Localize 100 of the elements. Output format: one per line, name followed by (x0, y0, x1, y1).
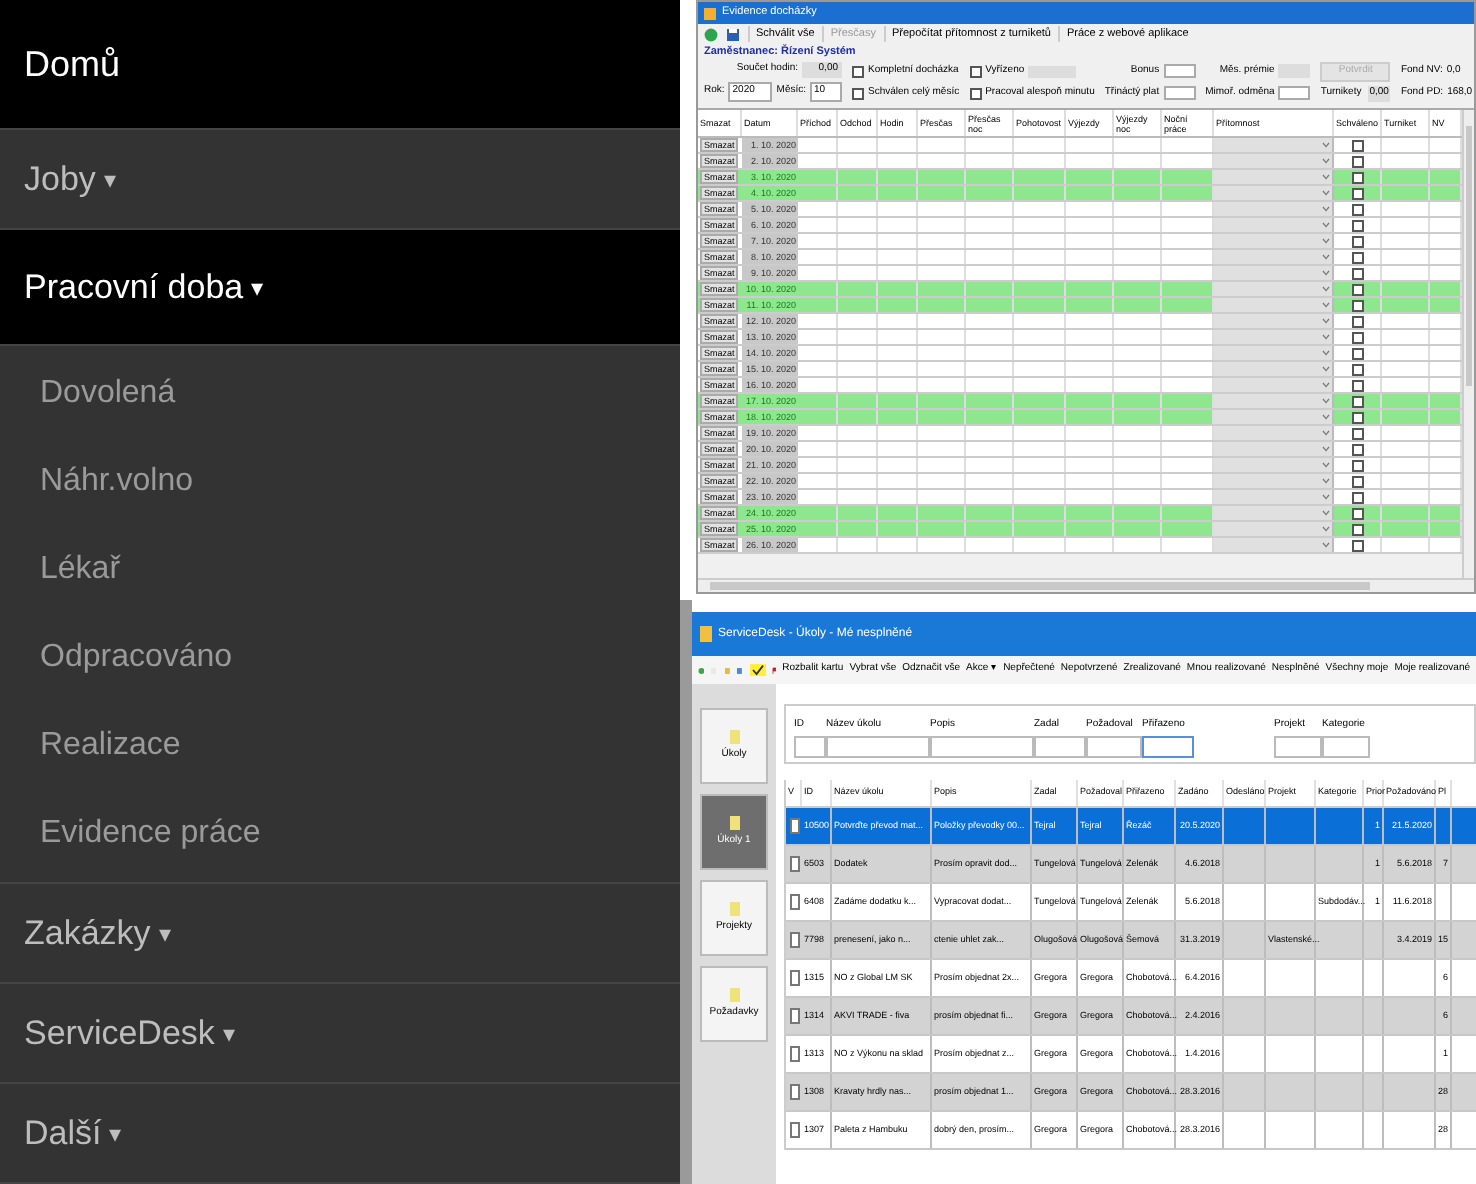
checkbox[interactable] (1351, 523, 1363, 535)
chevron-down-icon (1322, 430, 1330, 436)
checkbox[interactable] (852, 65, 865, 77)
home-link[interactable]: Domů (0, 0, 680, 130)
checkbox[interactable] (1351, 347, 1363, 359)
checkbox[interactable] (1351, 315, 1363, 327)
checkbox[interactable] (1351, 379, 1363, 391)
submenu-item[interactable]: Dovolená (0, 350, 680, 438)
checkbox[interactable] (1351, 459, 1363, 471)
menu-item[interactable]: ServiceDesk ▾ (0, 984, 680, 1084)
presence-dropdown[interactable] (1214, 538, 1334, 552)
filter-field[interactable] (794, 736, 826, 758)
submenu-item[interactable]: Náhr.volno (0, 438, 680, 526)
presence-dropdown[interactable] (1214, 218, 1334, 232)
presence-dropdown[interactable] (1214, 442, 1334, 456)
filter-field[interactable] (1142, 736, 1194, 758)
flag-icon[interactable] (771, 663, 777, 677)
menu-item[interactable]: Pracovní doba ▾ (0, 230, 680, 346)
chevron-down-icon (1322, 366, 1330, 372)
row-checkbox[interactable] (789, 894, 799, 910)
submenu-item[interactable]: Evidence práce (0, 790, 680, 878)
checkbox[interactable] (1351, 299, 1363, 311)
filter-field[interactable] (826, 736, 930, 758)
presence-dropdown[interactable] (1214, 410, 1334, 424)
submenu-item[interactable]: Lékař (0, 526, 680, 614)
presence-dropdown[interactable] (1214, 506, 1334, 520)
filter-field[interactable] (1086, 736, 1142, 758)
presence-dropdown[interactable] (1214, 138, 1334, 152)
row-checkbox[interactable] (789, 818, 799, 834)
checkbox[interactable] (1351, 171, 1363, 183)
row-checkbox[interactable] (789, 856, 799, 872)
checkbox[interactable] (969, 65, 982, 77)
presence-dropdown[interactable] (1214, 186, 1334, 200)
horizontal-scrollbar[interactable] (698, 578, 1474, 592)
presence-dropdown[interactable] (1214, 394, 1334, 408)
scrollbar-thumb[interactable] (1466, 126, 1472, 386)
checkbox[interactable] (1351, 187, 1363, 199)
row-checkbox[interactable] (789, 1084, 799, 1100)
presence-dropdown[interactable] (1214, 346, 1334, 360)
filter-field[interactable] (1322, 736, 1370, 758)
presence-dropdown[interactable] (1214, 170, 1334, 184)
checkbox[interactable] (1351, 363, 1363, 375)
row-checkbox[interactable] (789, 1046, 799, 1062)
checkbox[interactable] (1351, 331, 1363, 343)
presence-dropdown[interactable] (1214, 458, 1334, 472)
refresh-icon[interactable] (698, 663, 705, 677)
row-checkbox[interactable] (789, 970, 799, 986)
row-checkbox[interactable] (789, 1122, 799, 1138)
presence-dropdown[interactable] (1214, 522, 1334, 536)
checkbox[interactable] (1351, 411, 1363, 423)
checkbox[interactable] (1351, 427, 1363, 439)
text-field[interactable] (1163, 86, 1196, 100)
checkbox[interactable] (1351, 251, 1363, 263)
checkbox[interactable] (1351, 267, 1363, 279)
presence-dropdown[interactable] (1214, 298, 1334, 312)
presence-dropdown[interactable] (1214, 330, 1334, 344)
checkbox[interactable] (1351, 155, 1363, 167)
checkbox[interactable] (1351, 443, 1363, 455)
menu-item[interactable]: Další ▾ (0, 1084, 680, 1184)
text-field[interactable] (1163, 64, 1196, 78)
checkbox[interactable] (1351, 507, 1363, 519)
filter-field[interactable] (930, 736, 1034, 758)
text-field[interactable] (1278, 86, 1311, 100)
submenu-item[interactable]: Realizace (0, 702, 680, 790)
vertical-scrollbar[interactable] (1462, 110, 1474, 578)
checkbox[interactable] (852, 87, 865, 99)
submenu-item[interactable]: Odpracováno (0, 614, 680, 702)
checkbox[interactable] (1351, 139, 1363, 151)
checkbox[interactable] (1351, 203, 1363, 215)
scrollbar-thumb[interactable] (710, 582, 1370, 590)
menu-item[interactable]: Joby ▾ (0, 130, 680, 230)
filter-field[interactable] (1034, 736, 1086, 758)
row-checkbox[interactable] (789, 1008, 799, 1024)
filter-field[interactable] (1274, 736, 1322, 758)
presence-dropdown[interactable] (1214, 314, 1334, 328)
presence-dropdown[interactable] (1214, 154, 1334, 168)
presence-dropdown[interactable] (1214, 362, 1334, 376)
checkbox[interactable] (1351, 219, 1363, 231)
presence-dropdown[interactable] (1214, 234, 1334, 248)
checkmark-icon[interactable] (749, 664, 766, 676)
save-icon[interactable] (726, 27, 740, 41)
presence-dropdown[interactable] (1214, 490, 1334, 504)
checkbox[interactable] (1351, 283, 1363, 295)
presence-dropdown[interactable] (1214, 282, 1334, 296)
chevron-down-icon (1322, 494, 1330, 500)
presence-dropdown[interactable] (1214, 426, 1334, 440)
row-checkbox[interactable] (789, 932, 799, 948)
presence-dropdown[interactable] (1214, 474, 1334, 488)
checkbox[interactable] (969, 87, 982, 99)
menu-item[interactable]: Zakázky ▾ (0, 884, 680, 984)
checkbox[interactable] (1351, 395, 1363, 407)
checkbox[interactable] (1351, 235, 1363, 247)
presence-dropdown[interactable] (1214, 202, 1334, 216)
checkbox[interactable] (1351, 475, 1363, 487)
checkbox[interactable] (1351, 539, 1363, 551)
refresh-icon[interactable] (704, 27, 718, 41)
presence-dropdown[interactable] (1214, 378, 1334, 392)
checkbox[interactable] (1351, 491, 1363, 503)
presence-dropdown[interactable] (1214, 250, 1334, 264)
presence-dropdown[interactable] (1214, 266, 1334, 280)
